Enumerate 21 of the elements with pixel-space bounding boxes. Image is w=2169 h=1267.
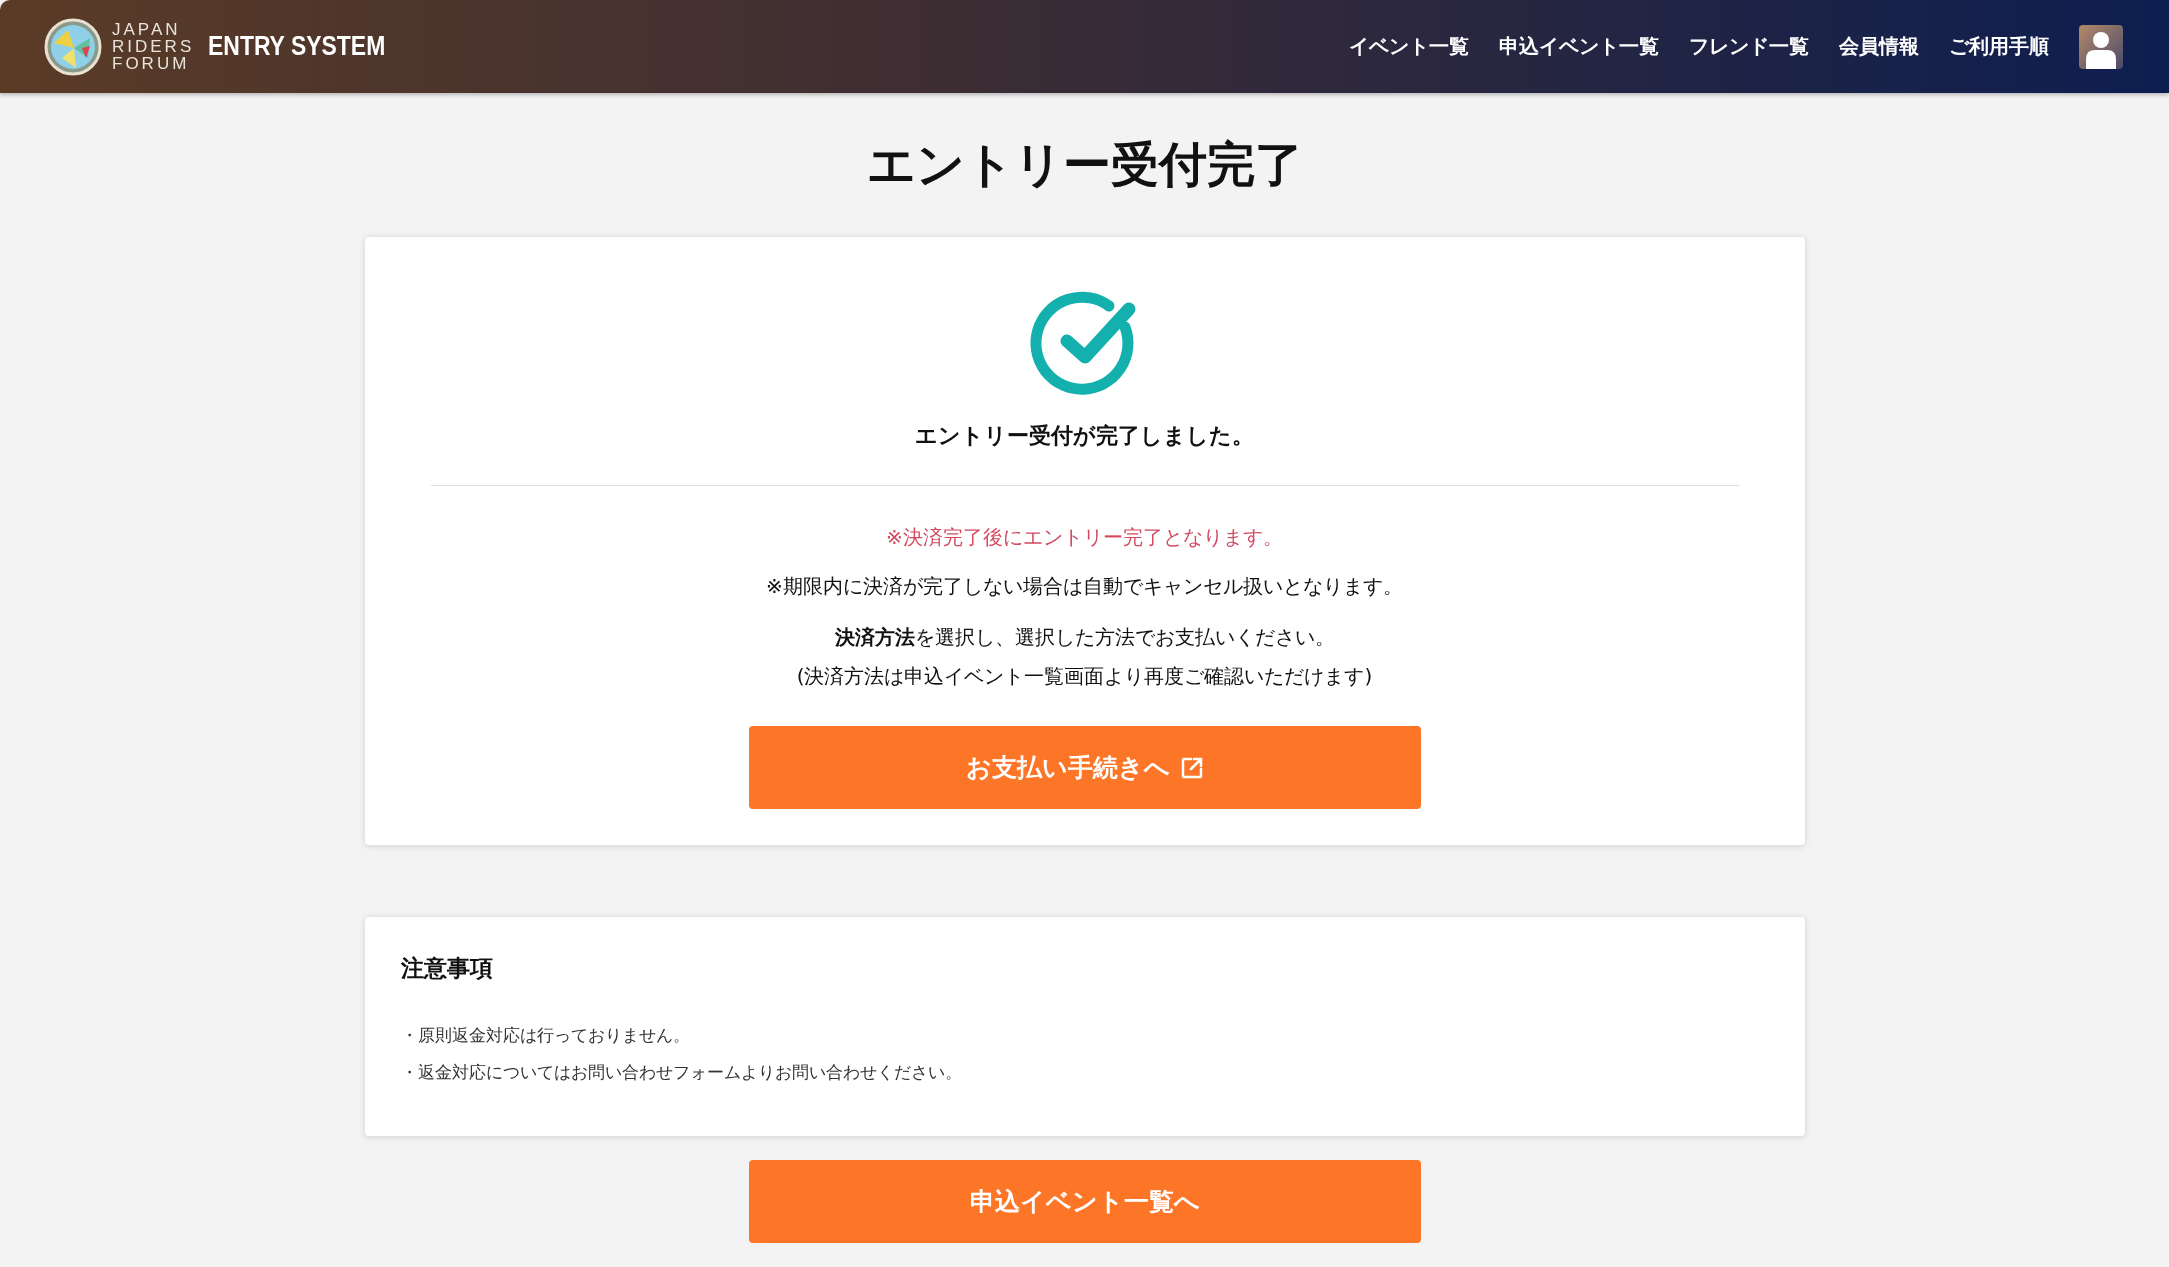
notice-title: 注意事項: [400, 954, 494, 983]
user-avatar-icon[interactable]: [2079, 24, 2123, 69]
logo-text: JAPAN: [112, 21, 182, 38]
notice-item: ・原則返金対応は行っておりません。: [400, 1024, 691, 1047]
payment-warning: ※決済完了後にエントリー完了となります。: [886, 524, 1283, 551]
globe-logo-icon: [44, 17, 102, 76]
notice-item: ・返金対応についてはお問い合わせフォームよりお問い合わせください。: [400, 1061, 963, 1084]
note-text: 決済方法を選択し、選択した方法でお支払いください。: [834, 624, 1335, 651]
logo-text: FORUM: [112, 55, 191, 72]
nav-link[interactable]: 申込イベント一覧: [1499, 33, 1659, 60]
nav-link[interactable]: イベント一覧: [1349, 33, 1469, 60]
nav-link[interactable]: フレンド一覧: [1689, 33, 1809, 60]
page-title: エントリー受付完了: [866, 135, 1303, 194]
logo-text: RIDERS: [112, 38, 195, 55]
note-text: ※期限内に決済が完了しない場合は自動でキャンセル扱いとなります。: [766, 573, 1403, 600]
note-text: (決済方法は申込イベント一覧画面より再度ご確認いただけます): [796, 663, 1373, 690]
system-name: ENTRY SYSTEM: [208, 31, 386, 62]
nav-link[interactable]: 会員情報: [1839, 33, 1919, 60]
nav-link[interactable]: ご利用手順: [1949, 33, 2049, 60]
external-link-icon: [1179, 755, 1204, 780]
success-message: エントリー受付が完了しました。: [915, 422, 1254, 450]
